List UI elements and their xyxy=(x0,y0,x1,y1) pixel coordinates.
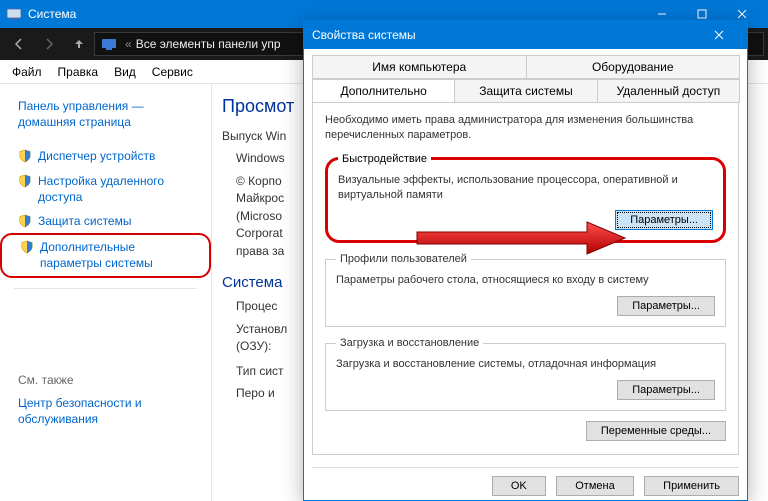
shield-icon xyxy=(18,149,32,163)
system-properties-dialog: Свойства системы Имя компьютера Оборудов… xyxy=(303,20,748,501)
sidebar-item-security-center[interactable]: Центр безопасности и обслуживания xyxy=(0,391,211,431)
system-icon xyxy=(6,6,22,22)
breadcrumb-text: Все элементы панели упр xyxy=(136,37,281,51)
dialog-titlebar: Свойства системы xyxy=(304,21,747,49)
menu-tools[interactable]: Сервис xyxy=(144,62,201,82)
tab-computer-name[interactable]: Имя компьютера xyxy=(312,55,527,79)
sidebar-item-label: Панель управления — домашняя страница xyxy=(18,98,201,130)
tabs-row-1: Имя компьютера Оборудование xyxy=(312,55,739,79)
performance-group: Быстродействие Визуальные эффекты, испол… xyxy=(325,153,726,244)
apply-button[interactable]: Применить xyxy=(644,476,739,496)
profiles-legend: Профили пользователей xyxy=(336,253,471,265)
windows-label: Windows xyxy=(236,151,285,165)
dialog-footer: OK Отмена Применить xyxy=(312,467,739,500)
startup-legend: Загрузка и восстановление xyxy=(336,337,483,349)
startup-group: Загрузка и восстановление Загрузка и вос… xyxy=(325,337,726,411)
startup-settings-button[interactable]: Параметры... xyxy=(617,380,715,400)
processor-label: Процес xyxy=(236,299,277,313)
tab-hardware[interactable]: Оборудование xyxy=(526,55,741,79)
dialog-close-button[interactable] xyxy=(699,21,739,49)
up-button[interactable] xyxy=(64,30,94,58)
pen-label: Перо и xyxy=(236,386,275,400)
related-heading: См. также xyxy=(0,369,211,391)
performance-settings-button[interactable]: Параметры... xyxy=(615,210,713,230)
sidebar-item-label: Диспетчер устройств xyxy=(38,148,155,164)
sidebar-item-label: Дополнительные параметры системы xyxy=(40,239,199,271)
sidebar-item-advanced[interactable]: Дополнительные параметры системы xyxy=(0,233,211,277)
sidebar-item-label: Центр безопасности и обслуживания xyxy=(18,395,201,427)
cancel-button[interactable]: Отмена xyxy=(556,476,633,496)
menu-edit[interactable]: Правка xyxy=(50,62,107,82)
performance-desc: Визуальные эффекты, использование процес… xyxy=(338,173,713,203)
ok-button[interactable]: OK xyxy=(492,476,546,496)
admin-note: Необходимо иметь права администратора дл… xyxy=(325,113,726,143)
forward-button[interactable] xyxy=(34,30,64,58)
dialog-title: Свойства системы xyxy=(312,28,416,42)
shield-icon xyxy=(18,214,32,228)
tabs-row-2: Дополнительно Защита системы Удаленный д… xyxy=(312,79,739,103)
startup-desc: Загрузка и восстановление системы, отлад… xyxy=(336,357,715,372)
env-variables-button[interactable]: Переменные среды... xyxy=(586,421,726,441)
back-button[interactable] xyxy=(4,30,34,58)
systype-label: Тип сист xyxy=(236,364,284,378)
shield-icon xyxy=(18,174,32,188)
sidebar: Панель управления — домашняя страница Ди… xyxy=(0,84,212,501)
dialog-body: Необходимо иметь права администратора дл… xyxy=(312,102,739,455)
sidebar-item-protection[interactable]: Защита системы xyxy=(0,209,211,233)
profiles-desc: Параметры рабочего стола, относящиеся ко… xyxy=(336,273,715,288)
profiles-settings-button[interactable]: Параметры... xyxy=(617,296,715,316)
menu-view[interactable]: Вид xyxy=(106,62,144,82)
sidebar-item-label: Защита системы xyxy=(38,213,131,229)
chevron-left-icon: « xyxy=(125,37,132,51)
performance-legend: Быстродействие xyxy=(338,153,431,165)
copyright-text: © Корпо Майкрос (Microso Corporat права … xyxy=(236,174,284,258)
control-panel-icon xyxy=(101,36,117,52)
menu-file[interactable]: Файл xyxy=(4,62,50,82)
ram-label: Установл (ОЗУ): xyxy=(236,322,287,353)
tab-protection[interactable]: Защита системы xyxy=(454,79,597,103)
sidebar-item-home[interactable]: Панель управления — домашняя страница xyxy=(0,94,211,134)
sidebar-item-remote[interactable]: Настройка удаленного доступа xyxy=(0,169,211,209)
sidebar-item-device-manager[interactable]: Диспетчер устройств xyxy=(0,144,211,168)
tab-advanced[interactable]: Дополнительно xyxy=(312,79,455,103)
edition-label: Выпуск Win xyxy=(222,129,286,143)
shield-icon xyxy=(20,240,34,254)
parent-title: Система xyxy=(28,7,76,21)
sidebar-item-label: Настройка удаленного доступа xyxy=(38,173,201,205)
tab-remote[interactable]: Удаленный доступ xyxy=(597,79,740,103)
profiles-group: Профили пользователей Параметры рабочего… xyxy=(325,253,726,327)
